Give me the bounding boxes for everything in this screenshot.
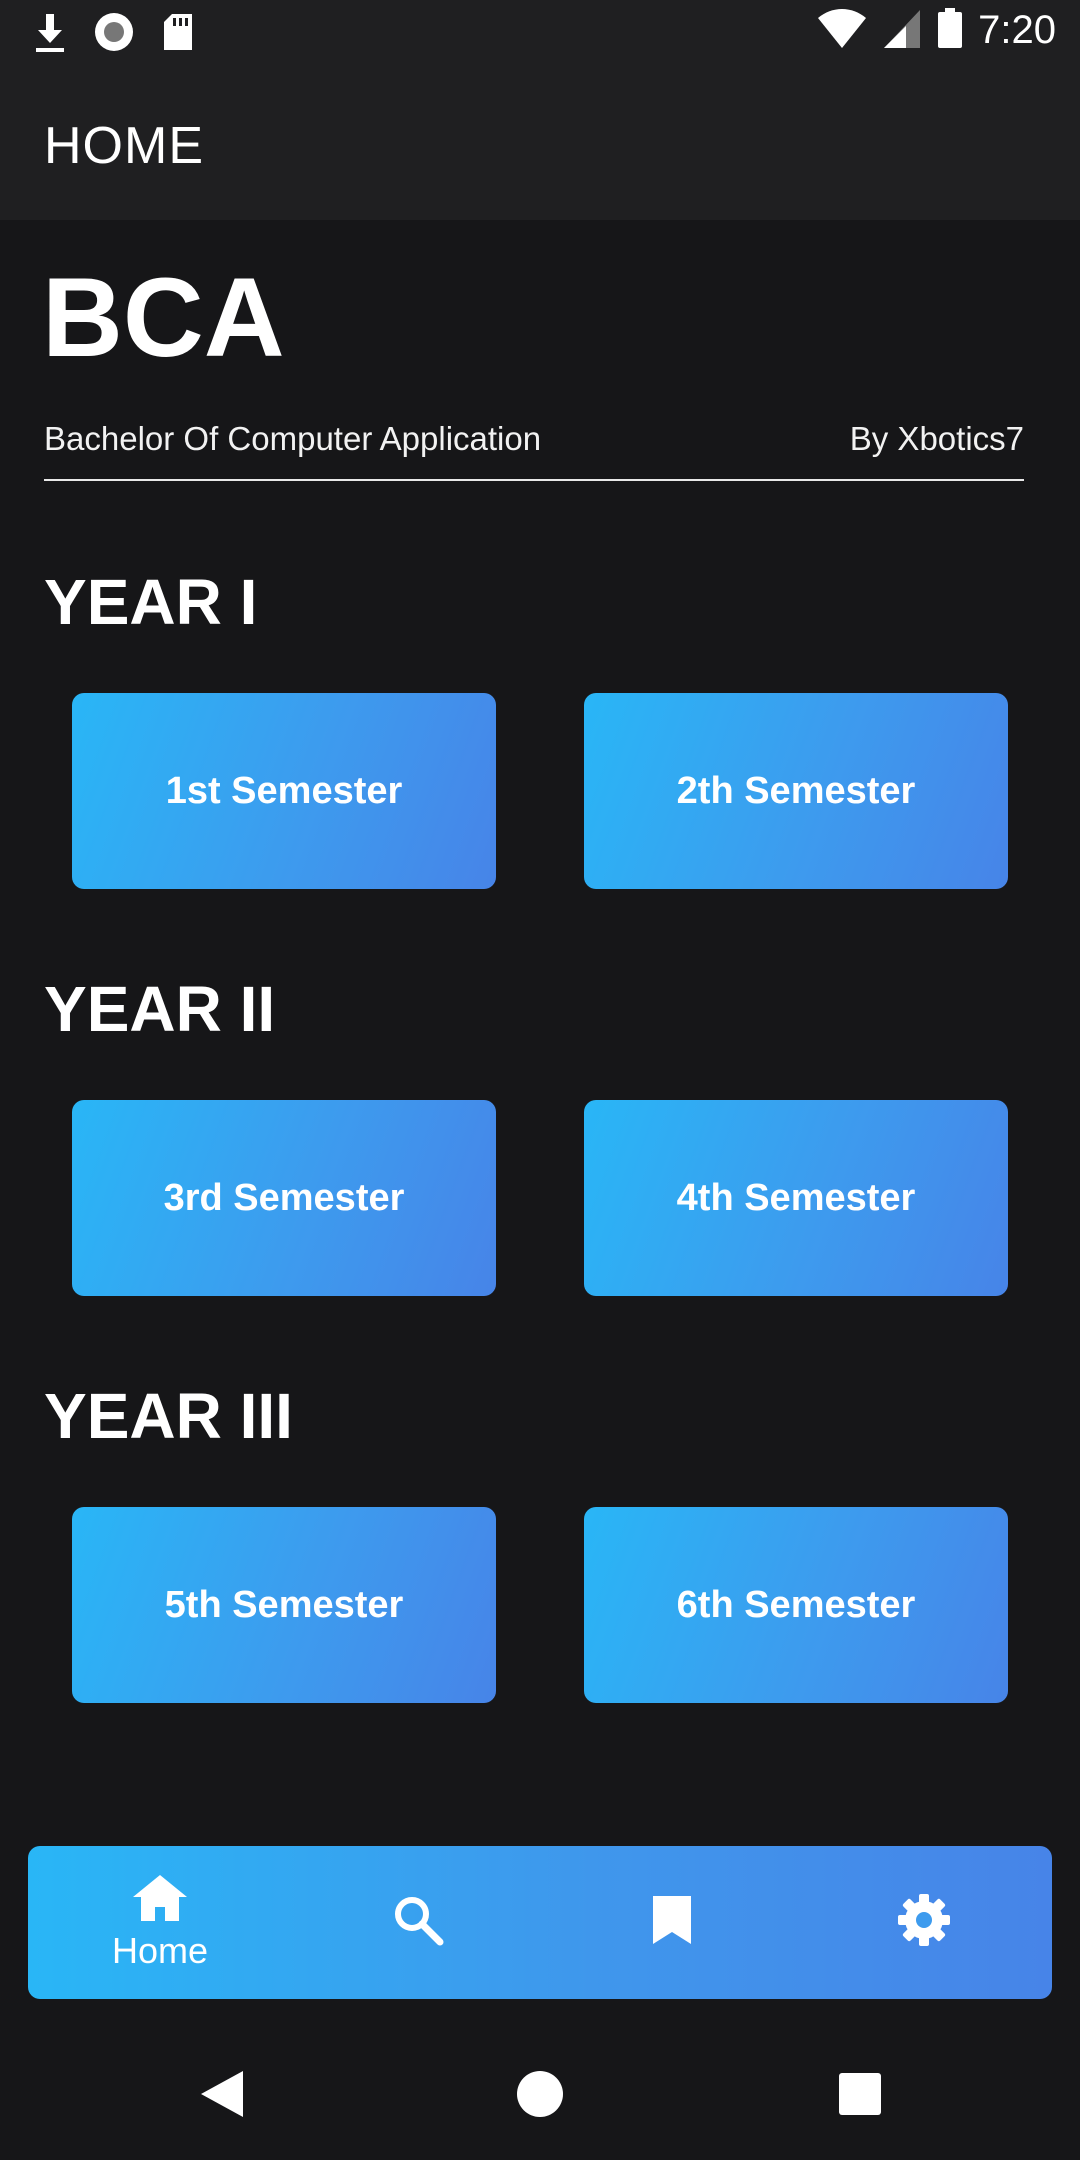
- battery-icon: [936, 6, 964, 55]
- divider: [44, 479, 1024, 481]
- app-bar-title: HOME: [44, 117, 204, 175]
- home-button[interactable]: [480, 2036, 600, 2156]
- year-heading-2: YEAR II: [44, 973, 276, 1045]
- wifi-icon: [816, 6, 868, 55]
- signal-icon: [882, 6, 922, 55]
- back-button[interactable]: [162, 2036, 282, 2156]
- semester-6-button[interactable]: 6th Semester: [584, 1507, 1008, 1703]
- recents-icon: [838, 2072, 882, 2121]
- nav-item-bookmarks[interactable]: [572, 1846, 772, 1999]
- download-icon: [32, 10, 68, 59]
- record-icon: [92, 10, 136, 59]
- nav-item-search[interactable]: [318, 1846, 518, 1999]
- bottom-nav: Home: [28, 1846, 1052, 1999]
- semester-2-button[interactable]: 2th Semester: [584, 693, 1008, 889]
- semester-3-button[interactable]: 3rd Semester: [72, 1100, 496, 1296]
- semester-5-button[interactable]: 5th Semester: [72, 1507, 496, 1703]
- back-icon: [199, 2069, 245, 2124]
- app-bar: HOME: [0, 66, 1080, 220]
- recents-button[interactable]: [800, 2036, 920, 2156]
- page-subtitle: Bachelor Of Computer Application: [44, 420, 542, 457]
- home-icon: [131, 1873, 189, 1928]
- search-icon: [392, 1894, 444, 1951]
- system-nav-bar: [0, 2036, 1080, 2160]
- nav-item-settings[interactable]: [824, 1846, 1024, 1999]
- nav-label-home: Home: [111, 1930, 209, 1971]
- author-credit: By Xbotics7: [849, 420, 1024, 457]
- year-heading-3: YEAR III: [44, 1380, 293, 1452]
- gear-icon: [896, 1892, 952, 1953]
- nav-item-home[interactable]: Home: [60, 1846, 260, 1999]
- semester-4-button[interactable]: 4th Semester: [584, 1100, 1008, 1296]
- sd-card-icon: [160, 10, 196, 59]
- semester-1-button[interactable]: 1st Semester: [72, 693, 496, 889]
- home-circle-icon: [516, 2070, 564, 2123]
- status-bar: 7:20: [0, 0, 1080, 66]
- status-time: 7:20: [978, 8, 1056, 52]
- page-title: BCA: [42, 255, 285, 380]
- year-heading-1: YEAR I: [44, 566, 258, 638]
- bookmark-icon: [651, 1894, 693, 1951]
